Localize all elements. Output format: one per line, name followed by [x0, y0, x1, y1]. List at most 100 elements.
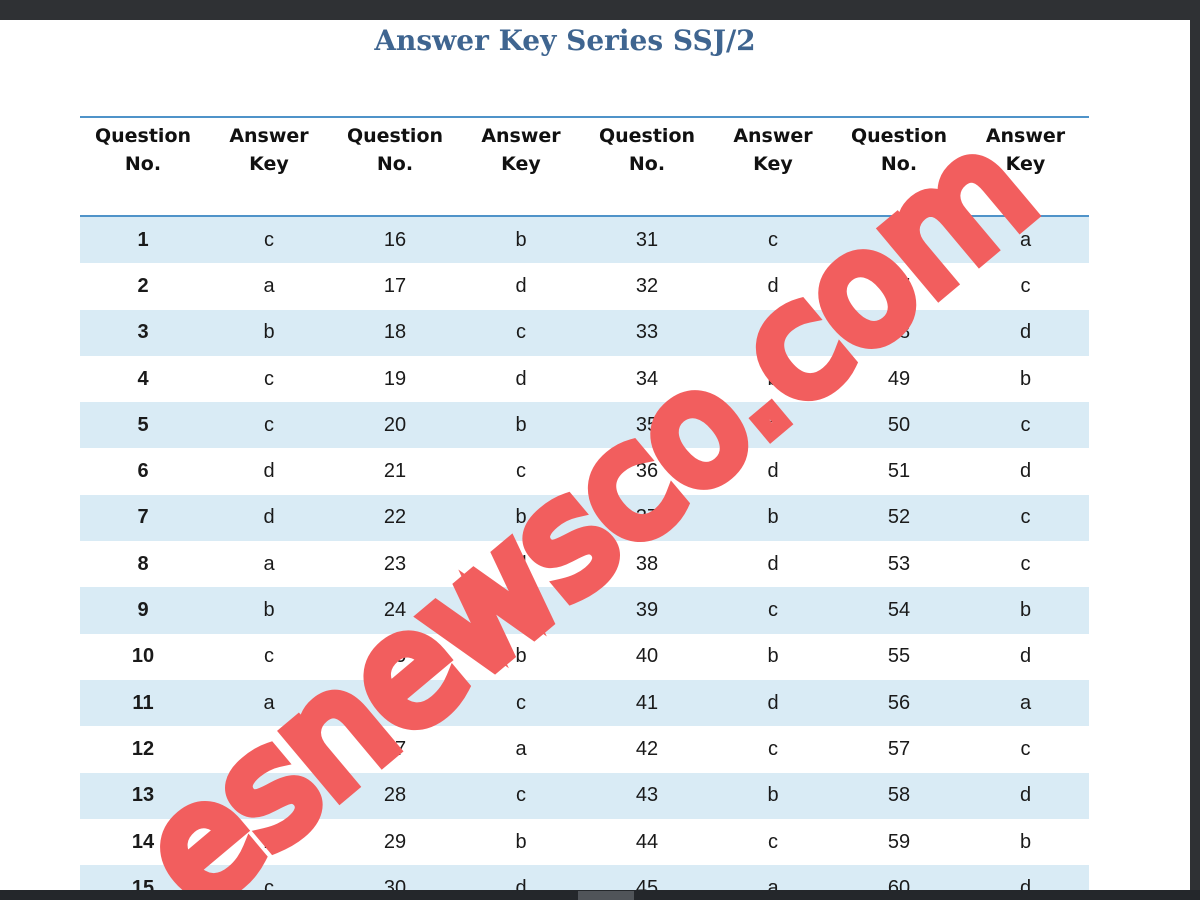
- header-answer-key: Answer Key: [206, 116, 332, 217]
- answer-key-cell: b: [458, 494, 584, 542]
- answer-key-cell: d: [515, 552, 527, 575]
- question-number-cell: 33: [584, 309, 710, 356]
- question-number-cell: 31: [584, 216, 710, 264]
- answer-key-cell: d: [767, 460, 779, 483]
- table-row: 1 c 16 b 31 c 46 a: [80, 216, 1089, 264]
- answer-key-cell: c: [206, 865, 332, 890]
- question-number-cell: 39: [584, 587, 710, 634]
- question-number-cell: 57: [887, 737, 911, 760]
- question-number-cell: 52: [836, 494, 962, 542]
- question-number-cell: 4: [137, 367, 149, 390]
- answer-key-cell: c: [458, 679, 584, 727]
- answer-key-cell: c: [264, 645, 274, 668]
- answer-key-cell: c: [962, 494, 1089, 542]
- question-number-cell: 6: [137, 460, 149, 483]
- question-number-cell: 5: [80, 402, 206, 449]
- answer-key-table: Question No. Answer Key Question No. Answer Key…: [80, 116, 1089, 890]
- question-number-cell: 9: [80, 587, 206, 634]
- answer-key-cell: b: [767, 367, 779, 390]
- question-number-cell: 60: [836, 865, 962, 890]
- question-number-cell: 35: [584, 402, 710, 449]
- question-number-cell: 10: [131, 645, 155, 668]
- answer-key-cell: a: [263, 274, 275, 297]
- header-answer-key: Answer Key: [710, 116, 836, 217]
- answer-key-cell: d: [1019, 645, 1032, 668]
- question-number-cell: 21: [383, 460, 407, 483]
- header-question-no: Question No.: [836, 116, 962, 217]
- vertical-scrollbar[interactable]: [1190, 20, 1200, 890]
- header-question-no: Question No.: [80, 116, 206, 217]
- question-number-cell: 16: [332, 216, 458, 264]
- question-number-cell: 19: [383, 367, 407, 390]
- horizontal-scroll-thumb[interactable]: [578, 891, 634, 900]
- question-number-cell: 43: [584, 772, 710, 819]
- question-number-cell: 3: [80, 309, 206, 356]
- question-number-cell: 45: [584, 865, 710, 890]
- answer-key-cell: b: [206, 309, 332, 356]
- question-number-cell: 53: [887, 552, 911, 575]
- answer-key-cell: b: [1019, 367, 1032, 390]
- table-row: 5 c 20 b 35 c 50 c: [80, 402, 1089, 449]
- answer-key-cell: b: [767, 645, 779, 668]
- answer-key-cell: d: [515, 367, 527, 390]
- answer-key-cell: d: [263, 460, 275, 483]
- question-number-cell: 44: [635, 830, 659, 853]
- question-number-cell: 18: [332, 309, 458, 356]
- question-number-cell: 28: [332, 772, 458, 819]
- viewer-top-bar: [0, 0, 1200, 20]
- answer-key-cell: c: [264, 737, 274, 760]
- table-row: 10 c 25 b 40 b 55 d: [80, 634, 1089, 680]
- answer-key-cell: b: [710, 772, 836, 819]
- question-number-cell: 38: [635, 552, 659, 575]
- question-number-cell: 55: [887, 645, 911, 668]
- header-answer-key: Answer Key: [962, 116, 1089, 217]
- question-number-cell: 48: [836, 309, 962, 356]
- answer-key-cell: b: [263, 830, 275, 853]
- answer-key-cell: c: [516, 460, 526, 483]
- header-line: Answer: [733, 125, 813, 147]
- header-line: No.: [628, 153, 666, 175]
- header-line: Key: [501, 153, 541, 175]
- answer-key-cell: c: [1020, 274, 1031, 297]
- question-number-cell: 42: [635, 737, 659, 760]
- answer-key-cell: c: [264, 367, 274, 390]
- question-number-cell: 58: [836, 772, 962, 819]
- question-number-cell: 51: [887, 460, 911, 483]
- answer-key-cell: c: [710, 402, 836, 449]
- answer-key-cell: b: [515, 645, 527, 668]
- header-answer-key: Answer Key: [458, 116, 584, 217]
- answer-key-cell: a: [962, 679, 1089, 727]
- answer-key-cell: c: [768, 830, 778, 853]
- header-question-no: Question No.: [332, 116, 458, 217]
- table-row: 14 b 29 b 44 c 59 b: [80, 819, 1089, 865]
- answer-key-cell: c: [710, 216, 836, 264]
- question-number-cell: 23: [383, 552, 407, 575]
- answer-key-cell: c: [458, 772, 584, 819]
- table-header-row: Question No. Answer Key Question No. Answer Key…: [80, 116, 1089, 217]
- table-row: 3 b 18 c 33 c 48 d: [80, 309, 1089, 356]
- question-number-cell: 1: [80, 216, 206, 264]
- question-number-cell: 37: [584, 494, 710, 542]
- question-number-cell: 41: [584, 679, 710, 727]
- answer-key-cell: b: [458, 402, 584, 449]
- answer-key-cell: d: [458, 865, 584, 890]
- header-question-no: Question No.: [584, 116, 710, 217]
- question-number-cell: 34: [635, 367, 659, 390]
- answer-key-cell: a: [206, 679, 332, 727]
- header-line: No.: [880, 153, 918, 175]
- table-body: 1 c 16 b 31 c 46 a 2 a 17 d 32 d 47 c 3 b 18 c 33 c 48 d 4 c 19 d 34…: [80, 216, 1089, 890]
- answer-key-cell: b: [962, 587, 1089, 634]
- answer-key-cell: d: [1019, 460, 1032, 483]
- question-number-cell: 25: [383, 645, 407, 668]
- header-line: Answer: [985, 125, 1066, 147]
- question-number-cell: 20: [332, 402, 458, 449]
- answer-key-cell: c: [710, 587, 836, 634]
- question-number-cell: 49: [887, 367, 911, 390]
- header-line: Key: [249, 153, 289, 175]
- question-number-cell: 56: [836, 679, 962, 727]
- header-line: Key: [1005, 153, 1046, 175]
- header-line: Question: [598, 125, 696, 147]
- question-number-cell: 47: [887, 274, 911, 297]
- question-number-cell: 7: [80, 494, 206, 542]
- table-row: 15 c 30 d 45 a 60 d: [80, 865, 1089, 890]
